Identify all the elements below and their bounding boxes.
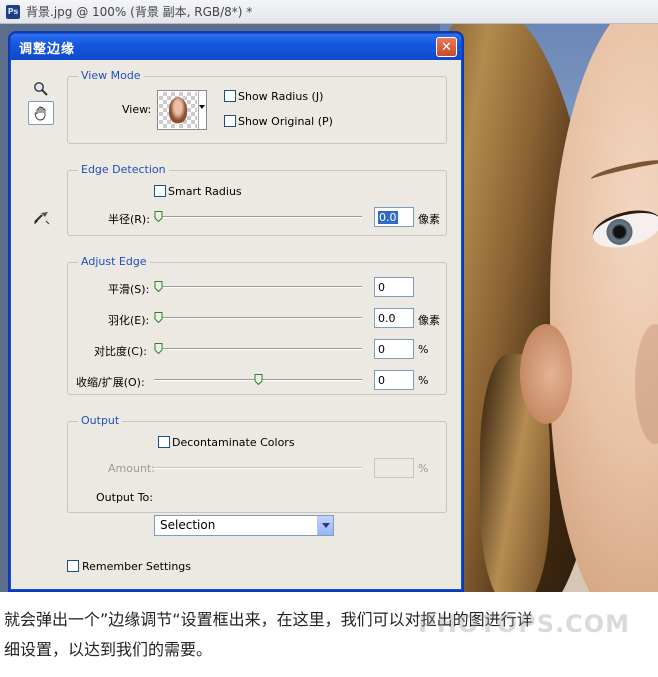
site-watermark: PHOTOPS.COM bbox=[418, 610, 630, 638]
cancel-button[interactable]: 取消 bbox=[280, 589, 358, 590]
slider-thumb-icon[interactable] bbox=[254, 374, 263, 385]
feather-label: 羽化(E): bbox=[108, 314, 150, 327]
show-original-label: Show Original (P) bbox=[238, 115, 333, 128]
close-button[interactable]: ✕ bbox=[436, 37, 457, 57]
radius-label: 半径(R): bbox=[108, 213, 150, 226]
hand-tool-icon[interactable] bbox=[28, 101, 54, 125]
contrast-slider[interactable] bbox=[154, 343, 362, 355]
caption-line-2: 细设置，以达到我们的需要。 bbox=[4, 640, 213, 659]
output-to-dropdown-button[interactable] bbox=[317, 516, 333, 535]
shift-edge-slider[interactable] bbox=[154, 374, 362, 386]
document-title: 背景.jpg @ 100% (背景 副本, RGB/8*) * bbox=[26, 5, 253, 19]
view-label: View: bbox=[122, 103, 152, 116]
amount-label: Amount: bbox=[108, 462, 155, 475]
slider-thumb-icon[interactable] bbox=[154, 281, 163, 292]
adjust-edge-legend: Adjust Edge bbox=[78, 255, 150, 268]
document-titlebar: Ps 背景.jpg @ 100% (背景 副本, RGB/8*) * bbox=[0, 0, 658, 24]
radius-value: 0.0 bbox=[378, 211, 398, 224]
remember-settings-checkbox[interactable] bbox=[67, 560, 79, 572]
output-legend: Output bbox=[78, 414, 123, 427]
output-to-value: Selection bbox=[160, 518, 216, 532]
dialog-body: View Mode View: Show Radius (J) Show Ori… bbox=[14, 60, 458, 588]
radius-slider[interactable] bbox=[154, 211, 362, 223]
ok-button[interactable]: 确定 bbox=[370, 589, 448, 590]
smooth-input[interactable]: 0 bbox=[374, 277, 414, 297]
slider-thumb-icon[interactable] bbox=[154, 312, 163, 323]
contrast-label: 对比度(C): bbox=[94, 345, 147, 358]
shift-edge-label: 收缩/扩展(O): bbox=[76, 376, 145, 389]
smart-radius-checkbox[interactable] bbox=[154, 185, 166, 197]
smart-radius-label: Smart Radius bbox=[168, 185, 242, 198]
edge-detection-legend: Edge Detection bbox=[78, 163, 169, 176]
edge-detection-group: Edge Detection Smart Radius 半径(R): 0.0 像… bbox=[67, 163, 447, 236]
contrast-unit: % bbox=[418, 343, 429, 356]
view-mode-picker[interactable] bbox=[157, 90, 207, 130]
remember-settings-label: Remember Settings bbox=[82, 560, 192, 573]
radius-input[interactable]: 0.0 bbox=[374, 207, 414, 227]
shift-edge-unit: % bbox=[418, 374, 429, 387]
smooth-label: 平滑(S): bbox=[108, 283, 150, 296]
feather-input[interactable]: 0.0 bbox=[374, 308, 414, 328]
smooth-slider[interactable] bbox=[154, 281, 362, 293]
slider-thumb-icon[interactable] bbox=[154, 211, 163, 222]
photoshop-app-icon: Ps bbox=[6, 4, 20, 19]
view-preview-thumbnail bbox=[169, 97, 187, 123]
show-radius-label: Show Radius (J) bbox=[238, 90, 324, 103]
show-radius-checkbox[interactable] bbox=[224, 90, 236, 102]
decontaminate-label: Decontaminate Colors bbox=[172, 436, 295, 449]
dialog-title: 调整边缘 bbox=[19, 41, 76, 57]
shift-edge-input[interactable]: 0 bbox=[374, 370, 414, 390]
adjust-edge-group: Adjust Edge 平滑(S): 0 羽化(E): 0.0 像素 对比度(C… bbox=[67, 255, 447, 395]
amount-slider bbox=[154, 462, 362, 474]
dialog-titlebar[interactable]: 调整边缘 ✕ bbox=[11, 34, 461, 60]
show-original-checkbox[interactable] bbox=[224, 115, 236, 127]
radius-unit: 像素 bbox=[418, 213, 440, 226]
view-mode-legend: View Mode bbox=[78, 69, 144, 82]
amount-unit: % bbox=[418, 462, 429, 475]
feather-unit: 像素 bbox=[418, 314, 440, 327]
contrast-input[interactable]: 0 bbox=[374, 339, 414, 359]
view-mode-group: View Mode View: Show Radius (J) Show Ori… bbox=[67, 69, 447, 144]
output-to-label: Output To: bbox=[96, 491, 153, 504]
slider-thumb-icon[interactable] bbox=[154, 343, 163, 354]
zoom-tool-icon[interactable] bbox=[28, 77, 54, 101]
refine-radius-brush-icon[interactable] bbox=[28, 205, 54, 229]
output-group: Output Decontaminate Colors Amount: % Ou… bbox=[67, 414, 447, 513]
chevron-down-icon bbox=[321, 523, 330, 528]
photoshop-window: Ps 背景.jpg @ 100% (背景 副本, RGB/8*) * 调整边缘 … bbox=[0, 0, 658, 592]
document-photo bbox=[440, 24, 658, 592]
amount-input bbox=[374, 458, 414, 478]
refine-edge-dialog: 调整边缘 ✕ View Mode View: Show Radius (J) S… bbox=[10, 33, 462, 590]
decontaminate-checkbox[interactable] bbox=[158, 436, 170, 448]
output-to-select[interactable]: Selection bbox=[154, 515, 334, 536]
feather-slider[interactable] bbox=[154, 312, 362, 324]
dropdown-arrow-icon bbox=[199, 105, 205, 109]
